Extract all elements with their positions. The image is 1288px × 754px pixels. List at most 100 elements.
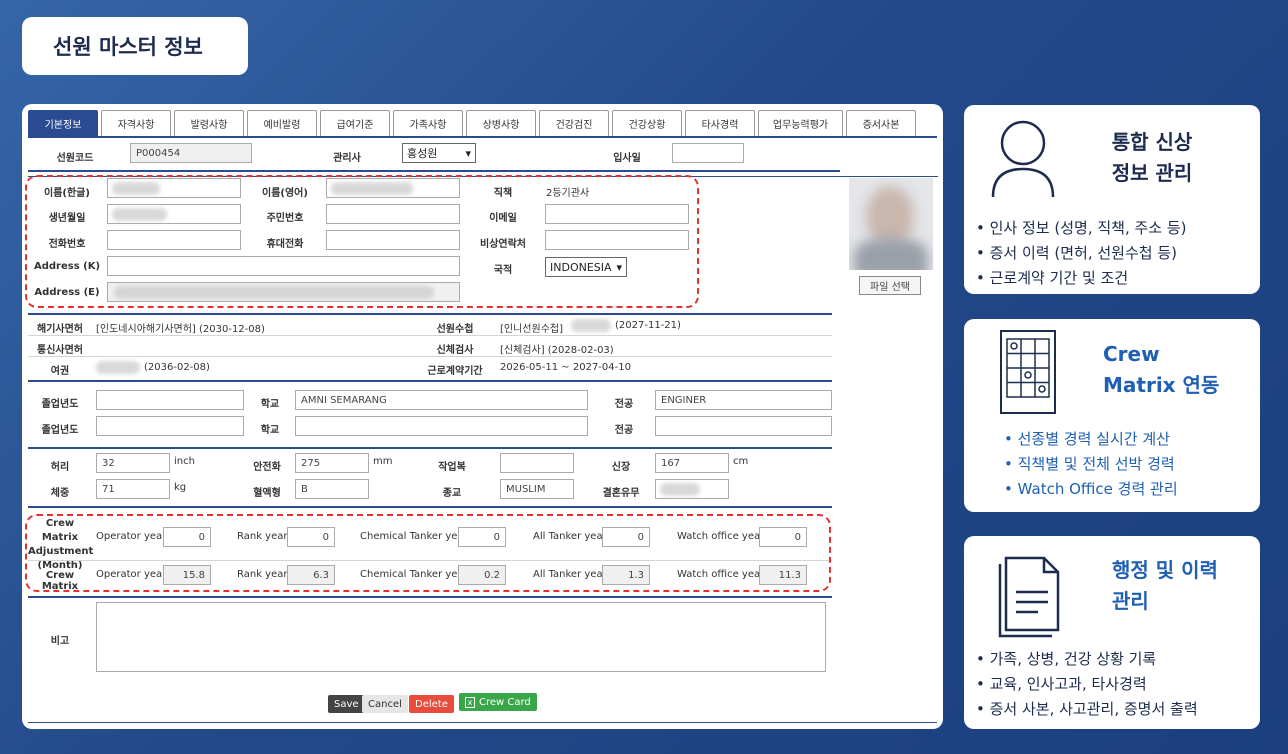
major-label-1: 전공 [614, 399, 634, 410]
major-field-1[interactable]: ENGINER [655, 390, 832, 410]
tab-basic[interactable]: 기본정보 [28, 110, 98, 136]
grid-matrix-icon [1000, 330, 1056, 414]
graduation-year-field-1[interactable] [96, 390, 244, 410]
tab-salary[interactable]: 급여기준 [320, 110, 390, 136]
seaman-book-value-b: (2027-11-21) [615, 320, 681, 331]
tab-health-check[interactable]: 건강검진 [539, 110, 609, 136]
card-heading-2: 정보 관리 [1111, 161, 1193, 185]
personal-info-highlight [25, 175, 699, 308]
join-date-field[interactable] [672, 143, 744, 163]
tab-assignment[interactable]: 발령사항 [174, 110, 244, 136]
workwear-field[interactable] [500, 453, 574, 473]
safety-shoe-unit: mm [373, 456, 393, 467]
school-field-1[interactable]: AMNI SEMARANG [295, 390, 588, 410]
tab-pre-assignment[interactable]: 예비발령 [247, 110, 317, 136]
cancel-button[interactable]: Cancel [362, 695, 408, 713]
card-heading-1: 통합 신상 [1111, 130, 1193, 154]
list-item: 증서 사본, 사고관리, 증명서 출력 [976, 697, 1198, 722]
blood-type-field[interactable]: B [295, 479, 369, 499]
waist-field[interactable]: 32 [96, 453, 170, 473]
safety-shoe-label: 안전화 [253, 462, 281, 473]
crew-matrix-highlight [25, 514, 831, 592]
waist-label: 허리 [50, 462, 70, 473]
passport-value: (2036-02-08) [144, 362, 210, 373]
workwear-label: 작업복 [438, 462, 466, 473]
list-item: 가족, 상병, 건강 상황 기록 [976, 647, 1198, 672]
weight-field[interactable]: 71 [96, 479, 170, 499]
list-item: 교육, 인사고과, 타사경력 [976, 672, 1198, 697]
delete-button[interactable]: Delete [409, 695, 454, 713]
safety-shoe-field[interactable]: 275 [295, 453, 369, 473]
waist-unit: inch [174, 456, 195, 467]
manager-select[interactable]: 홍성원 ▾ [402, 143, 476, 163]
tab-qualification[interactable]: 자격사항 [101, 110, 171, 136]
physical-check-value: [신체검사] (2028-02-03) [500, 345, 614, 356]
crew-photo [849, 178, 933, 270]
document-icon [998, 556, 1060, 638]
maritime-license-value: [인도네시아해기사면허] (2030-12-08) [96, 324, 265, 335]
card-feature-list: 인사 정보 (성명, 직책, 주소 등) 증서 이력 (면허, 선원수첩 등) … [976, 216, 1187, 291]
card-heading: 행정 및 이력 관리 [1112, 555, 1218, 617]
crew-card-label: Crew Card [479, 696, 531, 708]
remarks-label: 비고 [50, 636, 70, 647]
card-heading-1: Crew [1103, 342, 1160, 366]
card-heading-2: 관리 [1112, 589, 1149, 613]
height-label: 신장 [611, 462, 631, 473]
tab-illness[interactable]: 상병사항 [466, 110, 536, 136]
graduation-year-label-2: 졸업년도 [41, 425, 79, 436]
weight-unit: kg [174, 482, 187, 493]
religion-field[interactable]: MUSLIM [500, 479, 574, 499]
card-heading: 통합 신상 정보 관리 [1102, 127, 1202, 189]
list-item: 증서 이력 (면허, 선원수첩 등) [976, 241, 1187, 266]
crew-code-label: 선원코드 [56, 153, 94, 164]
height-field[interactable]: 167 [655, 453, 729, 473]
school-label-2: 학교 [260, 425, 280, 436]
seaman-book-label: 선원수첩 [436, 324, 474, 335]
marital-status-field[interactable] [655, 479, 729, 499]
tab-family[interactable]: 가족사항 [393, 110, 463, 136]
manager-label: 관리사 [333, 153, 361, 164]
list-item: 근로계약 기간 및 조건 [976, 266, 1187, 291]
graduation-year-field-2[interactable] [96, 416, 244, 436]
religion-label: 종교 [442, 488, 462, 499]
blood-type-label: 혈액형 [253, 488, 281, 499]
weight-label: 체중 [50, 488, 70, 499]
school-field-2[interactable] [295, 416, 588, 436]
manager-value: 홍성원 [407, 147, 438, 160]
feature-card-profile: 통합 신상 정보 관리 인사 정보 (성명, 직책, 주소 등) 증서 이력 (… [964, 105, 1260, 294]
list-item: Watch Office 경력 관리 [1004, 477, 1178, 502]
feature-card-admin: 행정 및 이력 관리 가족, 상병, 건강 상황 기록 교육, 인사고과, 타사… [964, 536, 1260, 729]
contract-period-value: 2026-05-11 ~ 2027-04-10 [500, 362, 631, 373]
height-unit: cm [733, 456, 749, 467]
card-heading-1: 행정 및 이력 [1112, 558, 1218, 582]
crew-code-field[interactable]: P000454 [130, 143, 252, 163]
tab-evaluation[interactable]: 업무능력평가 [758, 110, 843, 136]
radio-license-label: 통신사면허 [37, 345, 83, 356]
join-date-label: 입사일 [613, 153, 641, 164]
user-icon [991, 120, 1055, 198]
tab-bar: 기본정보 자격사항 발령사항 예비발령 급여기준 가족사항 상병사항 건강검진 … [28, 110, 937, 138]
list-item: 인사 정보 (성명, 직책, 주소 등) [976, 216, 1187, 241]
physical-check-label: 신체검사 [436, 345, 474, 356]
save-button[interactable]: Save [328, 695, 365, 713]
card-feature-list: 선종별 경력 실시간 계산 직책별 및 전체 선박 경력 Watch Offic… [1004, 427, 1178, 502]
card-heading: Crew Matrix 연동 [1103, 339, 1219, 401]
seaman-book-value-a: [인니선원수첩] [500, 324, 564, 335]
major-label-2: 전공 [614, 425, 634, 436]
tab-other-career[interactable]: 타사경력 [685, 110, 755, 136]
contract-period-label: 근로계약기간 [427, 366, 483, 377]
crew-card-button[interactable]: x Crew Card [459, 693, 537, 711]
maritime-license-label: 해기사면허 [37, 324, 83, 335]
tab-health-status[interactable]: 건강상황 [612, 110, 682, 136]
file-select-button[interactable]: 파일 선택 [859, 276, 921, 295]
school-label-1: 학교 [260, 399, 280, 410]
card-feature-list: 가족, 상병, 건강 상황 기록 교육, 인사고과, 타사경력 증서 사본, 사… [976, 647, 1198, 722]
feature-card-crew-matrix: Crew Matrix 연동 선종별 경력 실시간 계산 직책별 및 전체 선박… [964, 319, 1260, 512]
graduation-year-label-1: 졸업년도 [41, 399, 79, 410]
list-item: 직책별 및 전체 선박 경력 [1004, 452, 1178, 477]
remarks-textarea[interactable] [96, 602, 826, 672]
crew-master-form: 기본정보 자격사항 발령사항 예비발령 급여기준 가족사항 상병사항 건강검진 … [22, 104, 943, 729]
list-item: 선종별 경력 실시간 계산 [1004, 427, 1178, 452]
major-field-2[interactable] [655, 416, 832, 436]
tab-certificate-copy[interactable]: 증서사본 [846, 110, 916, 136]
